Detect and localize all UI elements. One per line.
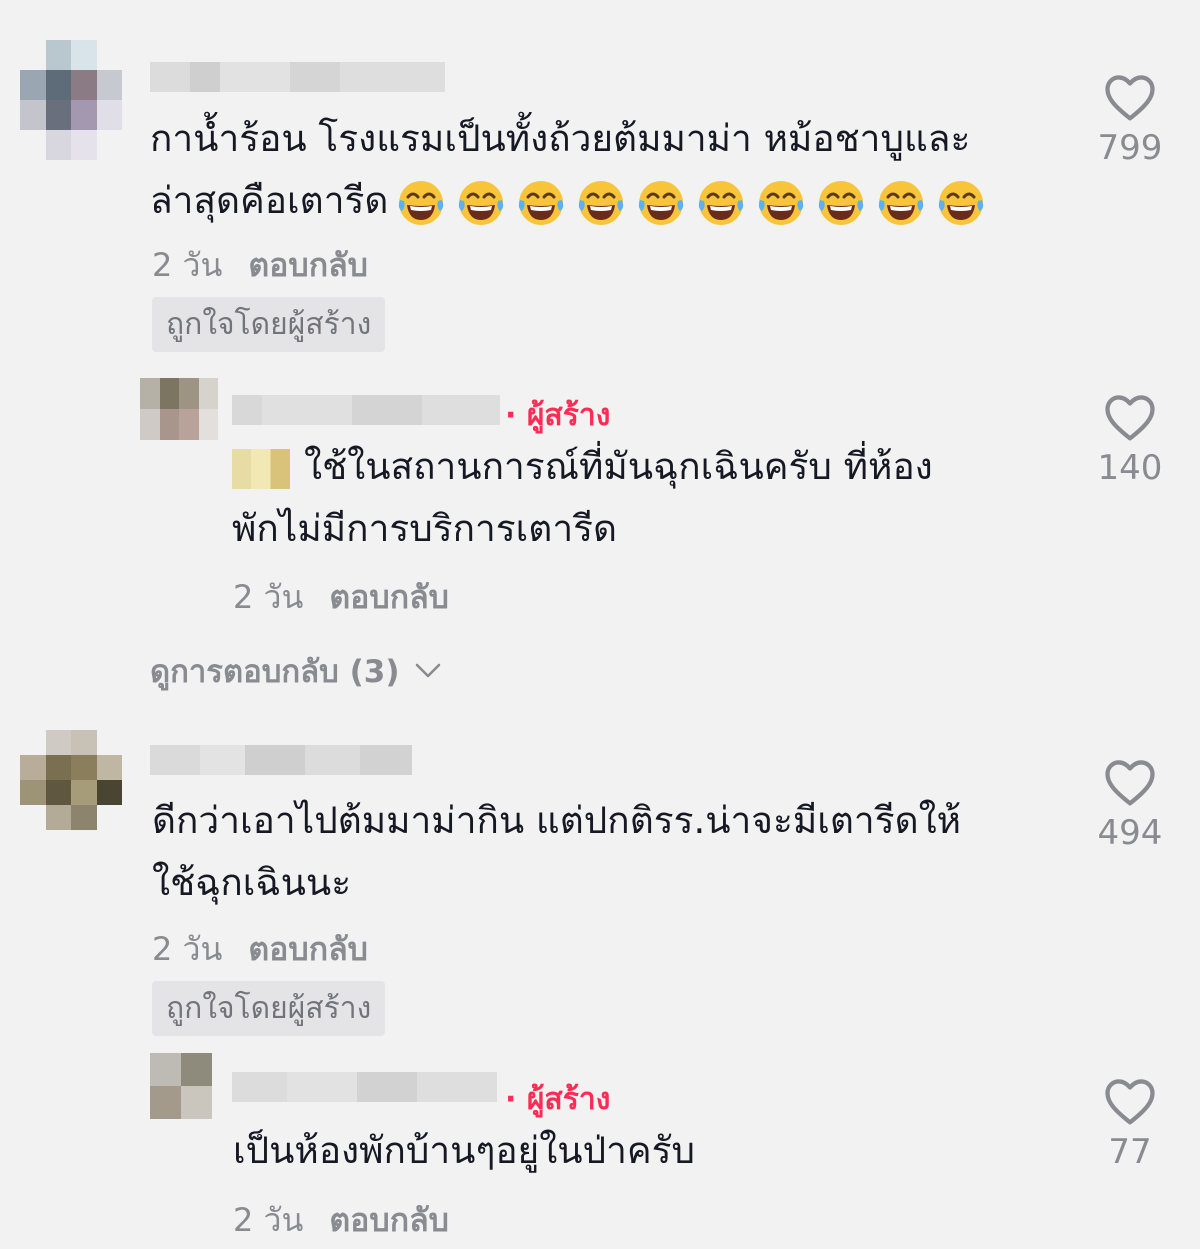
emoji-row [396, 178, 986, 228]
like-count: 799 [1097, 128, 1163, 168]
like-count: 140 [1097, 448, 1163, 488]
face-with-tears-of-joy-emoji [879, 180, 924, 225]
comment-meta: 2 วัน ตอบกลับ [152, 240, 368, 291]
like-button[interactable]: 494 [1080, 757, 1180, 853]
liked-by-creator-badge: ถูกใจโดยผู้สร้าง [152, 981, 386, 1036]
reply-meta: 2 วัน ตอบกลับ [233, 1195, 449, 1246]
face-with-tears-of-joy-emoji [819, 180, 864, 225]
blurred-emoji [232, 448, 290, 489]
creator-tag: · ผู้สร้าง [505, 1082, 611, 1117]
face-with-tears-of-joy-emoji [399, 180, 444, 225]
heart-outline-icon[interactable] [1103, 392, 1157, 442]
view-replies-label: ดูการตอบกลับ (3) [150, 654, 400, 690]
heart-outline-icon[interactable] [1103, 72, 1157, 122]
reply-button[interactable]: ตอบกลับ [248, 924, 368, 975]
reply-text-line-2: พักไม่มีการบริการเตารีด [232, 507, 617, 550]
creator-tag: · ผู้สร้าง [505, 398, 611, 433]
like-button[interactable]: 799 [1080, 72, 1180, 168]
face-with-tears-of-joy-emoji [579, 180, 624, 225]
reply-button[interactable]: ตอบกลับ [248, 240, 368, 291]
timestamp: 2 วัน [152, 930, 223, 968]
face-with-tears-of-joy-emoji [639, 180, 684, 225]
reply-text: เป็นห้องพักบ้านๆอยู่ในป่าครับ [233, 1120, 695, 1182]
avatar[interactable] [20, 730, 122, 830]
like-count: 77 [1108, 1132, 1152, 1172]
comment-text-line-2: ใช้ฉุกเฉินนะ [152, 861, 352, 904]
like-button[interactable]: 77 [1080, 1076, 1180, 1172]
comment-text: ดีกว่าเอาไปต้มมาม่ากิน แต่ปกติรร.น่าจะมี… [152, 790, 961, 914]
like-button[interactable]: 140 [1080, 392, 1180, 488]
comment-text-line-2: ล่าสุดคือเตารีด [150, 179, 389, 222]
username[interactable] [232, 1072, 497, 1102]
chevron-down-icon [415, 663, 440, 678]
reply-meta: 2 วัน ตอบกลับ [233, 572, 449, 623]
view-replies-button[interactable]: ดูการตอบกลับ (3) [150, 646, 442, 696]
timestamp: 2 วัน [152, 246, 223, 284]
comment-meta: 2 วัน ตอบกลับ [152, 924, 368, 975]
face-with-tears-of-joy-emoji [939, 180, 984, 225]
reply-button[interactable]: ตอบกลับ [329, 572, 449, 623]
avatar[interactable] [150, 1053, 212, 1119]
timestamp: 2 วัน [233, 1201, 304, 1239]
heart-outline-icon[interactable] [1103, 757, 1157, 807]
reply-text-line-1: เป็นห้องพักบ้านๆอยู่ในป่าครับ [233, 1129, 695, 1172]
reply-text: ใช้ในสถานการณ์ที่มันฉุกเฉินครับ ที่ห้อง … [232, 436, 933, 560]
timestamp: 2 วัน [233, 578, 304, 616]
username[interactable] [150, 62, 445, 92]
face-with-tears-of-joy-emoji [459, 180, 504, 225]
face-with-tears-of-joy-emoji [759, 180, 804, 225]
username[interactable] [150, 745, 412, 775]
username[interactable] [232, 395, 500, 425]
liked-by-creator-badge: ถูกใจโดยผู้สร้าง [152, 297, 386, 352]
reply-text-line-1: ใช้ในสถานการณ์ที่มันฉุกเฉินครับ ที่ห้อง [304, 445, 933, 488]
avatar[interactable] [20, 40, 122, 160]
heart-outline-icon[interactable] [1103, 1076, 1157, 1126]
face-with-tears-of-joy-emoji [519, 180, 564, 225]
reply-button[interactable]: ตอบกลับ [329, 1195, 449, 1246]
like-count: 494 [1097, 813, 1163, 853]
face-with-tears-of-joy-emoji [699, 180, 744, 225]
comment-text-line-1: ดีกว่าเอาไปต้มมาม่ากิน แต่ปกติรร.น่าจะมี… [152, 799, 962, 842]
avatar[interactable] [140, 378, 218, 440]
comment-text: กาน้ำร้อน โรงแรมเป็นทั้งถ้วยต้มมาม่า หม้… [150, 108, 986, 232]
comment-text-line-1: กาน้ำร้อน โรงแรมเป็นทั้งถ้วยต้มมาม่า หม้… [150, 117, 971, 160]
